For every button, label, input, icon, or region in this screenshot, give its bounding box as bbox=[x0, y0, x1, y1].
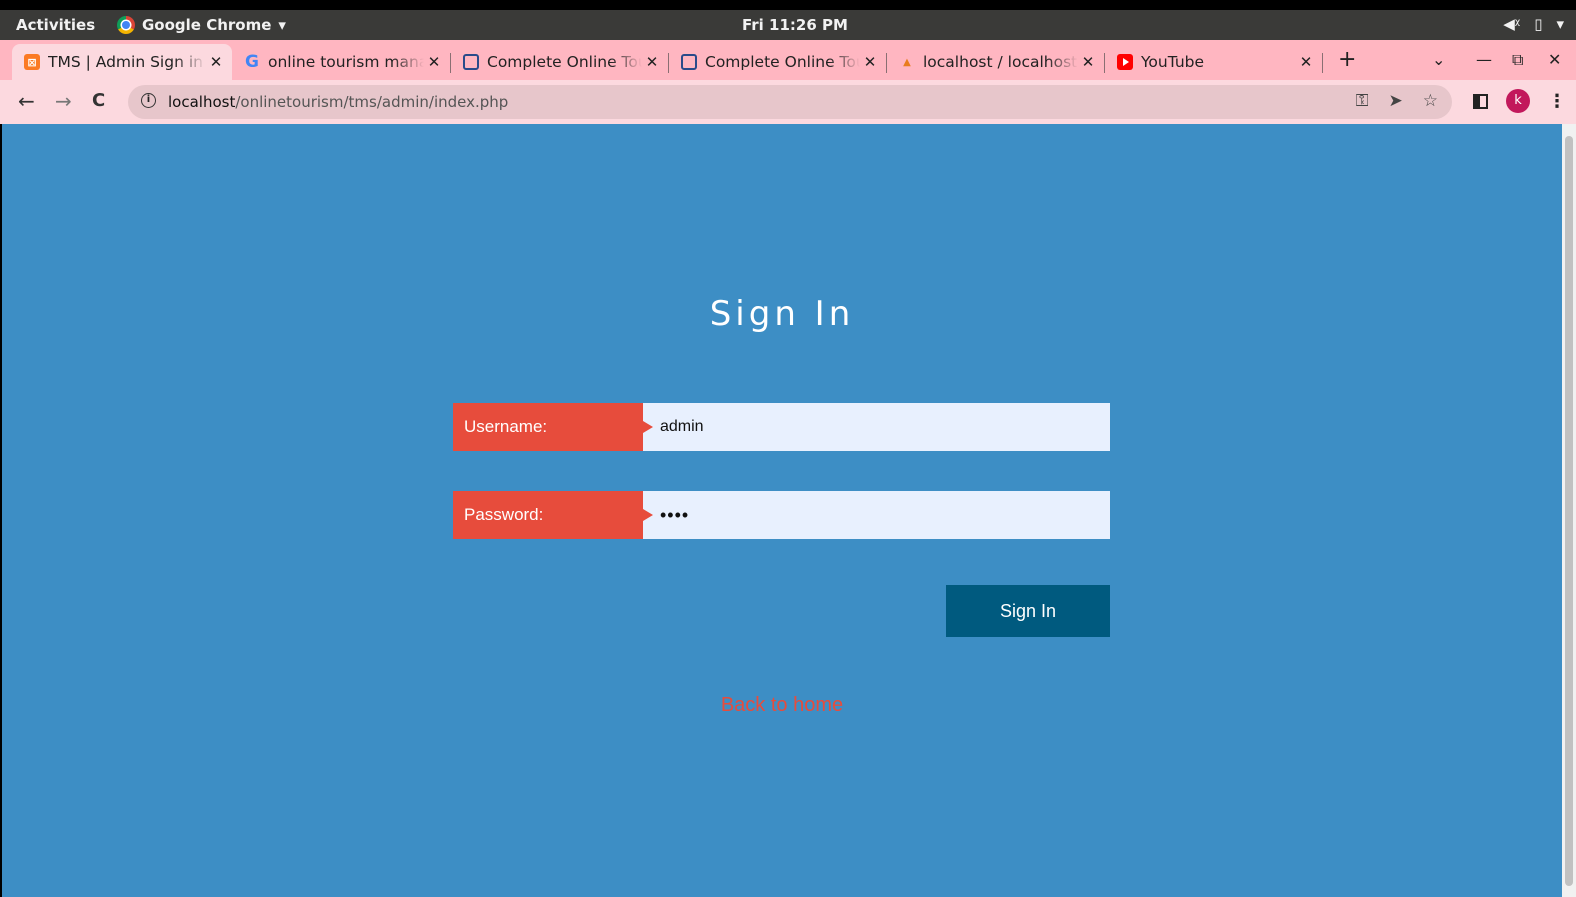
page-title: Sign In bbox=[709, 294, 855, 334]
forward-button[interactable]: → bbox=[55, 89, 72, 113]
username-label: Username: bbox=[453, 403, 653, 451]
login-page: Sign In Username: Password: Sign In Back… bbox=[2, 124, 1562, 897]
volume-muted-icon: ◀ᵡ bbox=[1503, 15, 1521, 33]
google-icon: G bbox=[245, 52, 259, 72]
scrollbar-thumb[interactable] bbox=[1565, 136, 1573, 886]
xampp-icon: ⊠ bbox=[24, 54, 40, 70]
tab-separator bbox=[1322, 53, 1323, 73]
url-text[interactable]: localhost/onlinetourism/tms/admin/index.… bbox=[168, 93, 508, 111]
tab-title: TMS | Admin Sign in bbox=[48, 53, 203, 71]
star-icon[interactable]: ☆ bbox=[1423, 91, 1438, 111]
tab-title: localhost / localhost bbox=[923, 53, 1078, 71]
tab-search-button[interactable]: ⌄ bbox=[1432, 50, 1445, 69]
close-icon[interactable]: ✕ bbox=[424, 53, 444, 71]
app-menu-label: Google Chrome bbox=[142, 16, 272, 34]
system-tray[interactable]: ◀ᵡ ▯ ▾ bbox=[1503, 15, 1564, 33]
reload-button[interactable]: C bbox=[92, 90, 105, 111]
password-label: Password: bbox=[453, 491, 653, 539]
activities-button[interactable]: Activities bbox=[16, 16, 95, 34]
system-top-bar: Activities Google Chrome ▾ Fri 11:26 PM … bbox=[0, 10, 1576, 40]
omnibox-actions: ⚿ ➤ ☆ bbox=[1356, 91, 1438, 111]
back-button[interactable]: ← bbox=[18, 89, 35, 113]
chrome-icon bbox=[117, 16, 135, 34]
scrollbar[interactable] bbox=[1562, 124, 1576, 897]
tab-title: online tourism management bbox=[268, 53, 424, 71]
tab-title: YouTube bbox=[1141, 53, 1205, 71]
close-icon[interactable]: ✕ bbox=[642, 53, 662, 71]
chevron-down-icon: ▾ bbox=[1556, 15, 1564, 33]
back-to-home-link[interactable]: Back to home bbox=[2, 694, 1562, 717]
avatar[interactable]: k bbox=[1506, 89, 1530, 113]
url-path: /onlinetourism/tms/admin/index.php bbox=[235, 93, 509, 111]
key-icon[interactable]: ⚿ bbox=[1356, 91, 1369, 111]
phpmyadmin-icon: ▲ bbox=[903, 56, 911, 68]
tab-youtube[interactable]: YouTube ✕ bbox=[1105, 44, 1322, 80]
site-info-icon[interactable]: i bbox=[141, 93, 156, 108]
send-icon[interactable]: ➤ bbox=[1389, 91, 1403, 111]
shield-icon bbox=[463, 54, 479, 70]
username-input[interactable] bbox=[643, 403, 1110, 451]
screen: Activities Google Chrome ▾ Fri 11:26 PM … bbox=[0, 0, 1576, 897]
tab-title: Complete Online Tourism bbox=[487, 53, 642, 71]
tab-phpmyadmin[interactable]: ▲ localhost / localhost ✕ bbox=[887, 44, 1104, 80]
chrome-menu-button[interactable]: ⋮ bbox=[1548, 91, 1566, 112]
clock[interactable]: Fri 11:26 PM bbox=[742, 16, 848, 34]
sign-in-button[interactable]: Sign In bbox=[946, 585, 1110, 637]
side-panel-icon[interactable] bbox=[1473, 93, 1488, 109]
password-field: Password: bbox=[453, 491, 1110, 539]
tab-complete-online-2[interactable]: Complete Online Tourism ✕ bbox=[669, 44, 886, 80]
window-close-button[interactable]: ✕ bbox=[1548, 50, 1561, 69]
toolbar-right: k ⋮ bbox=[1473, 89, 1566, 113]
restore-button[interactable]: ⧉ bbox=[1512, 50, 1523, 70]
browser-toolbar: ← → C i localhost/onlinetourism/tms/admi… bbox=[0, 80, 1576, 124]
close-icon[interactable]: ✕ bbox=[206, 53, 226, 71]
chevron-down-icon: ▾ bbox=[278, 16, 286, 34]
username-field: Username: bbox=[453, 403, 1110, 451]
password-input[interactable] bbox=[643, 491, 1110, 539]
new-tab-button[interactable]: + bbox=[1338, 47, 1356, 72]
close-icon[interactable]: ✕ bbox=[860, 53, 880, 71]
app-menu[interactable]: Google Chrome ▾ bbox=[117, 16, 286, 34]
shield-icon bbox=[681, 54, 697, 70]
close-icon[interactable]: ✕ bbox=[1078, 53, 1098, 71]
tab-title: Complete Online Tourism bbox=[705, 53, 860, 71]
address-bar[interactable]: i localhost/onlinetourism/tms/admin/inde… bbox=[128, 85, 1452, 119]
tab-complete-online-1[interactable]: Complete Online Tourism ✕ bbox=[451, 44, 668, 80]
url-host: localhost bbox=[168, 93, 236, 111]
tab-google-search[interactable]: G online tourism management ✕ bbox=[232, 44, 450, 80]
tab-admin-sign-in[interactable]: ⊠ TMS | Admin Sign in ✕ bbox=[12, 44, 232, 80]
youtube-icon bbox=[1117, 54, 1133, 70]
close-icon[interactable]: ✕ bbox=[1296, 53, 1316, 71]
battery-icon: ▯ bbox=[1534, 15, 1543, 33]
minimize-button[interactable]: — bbox=[1476, 50, 1492, 69]
